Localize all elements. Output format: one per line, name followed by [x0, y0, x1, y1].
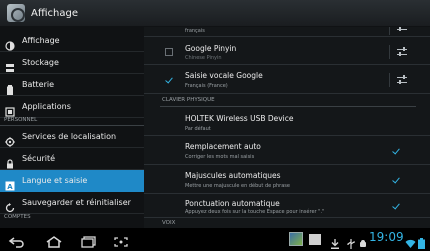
item-subtitle: Appuyez deux fois sur la touche Espace p…: [185, 209, 325, 215]
backup-icon: [5, 198, 15, 212]
checkbox-remplacement-auto[interactable]: [392, 147, 400, 155]
sidebar-item-batterie[interactable]: Batterie: [0, 74, 144, 96]
sidebar-item-label: Stockage: [22, 58, 59, 67]
download-icon[interactable]: [330, 234, 340, 249]
sidebar-item-localisation[interactable]: Services de localisation: [0, 126, 144, 148]
usb-icon[interactable]: [346, 234, 356, 249]
list-item-majuscules-automatiques[interactable]: Majuscules automatiques Mettre une majus…: [144, 166, 430, 194]
applications-icon: [5, 102, 15, 117]
wifi-icon: [405, 234, 416, 248]
sidebar-item-label: Sécurité: [22, 154, 56, 163]
list-item-previous-ime[interactable]: français: [144, 27, 430, 37]
list-item-saisie-vocale[interactable]: Saisie vocale Google Français (France): [144, 66, 430, 94]
list-item-ponctuation-automatique[interactable]: Ponctuation automatique Appuyez deux foi…: [144, 195, 430, 218]
sidebar-item-stockage[interactable]: Stockage: [0, 52, 144, 74]
status-clock: 19:09: [369, 230, 404, 244]
location-icon: [5, 132, 15, 147]
settings-sliders-icon[interactable]: [397, 75, 407, 85]
item-subtitle: français: [185, 28, 205, 34]
screenshot-button[interactable]: [112, 233, 130, 247]
item-subtitle: Chinese Pinyin: [185, 55, 222, 61]
item-subtitle: Mettre une majuscule en début de phrase: [185, 183, 290, 189]
settings-sliders-icon[interactable]: [397, 47, 407, 57]
battery-status-icon: [418, 234, 425, 249]
item-subtitle: Par défaut: [185, 126, 211, 132]
battery-icon: [5, 80, 15, 95]
list-item-google-pinyin[interactable]: Google Pinyin Chinese Pinyin: [144, 39, 430, 65]
item-title: HOLTEK Wireless USB Device: [185, 114, 294, 123]
sidebar-item-label: Sauvegarder et réinitialiser: [22, 198, 131, 207]
sidebar-item-label: Batterie: [22, 80, 55, 89]
lock-icon: [5, 154, 15, 168]
section-header-personnel: PERSONNEL: [0, 114, 144, 126]
list-item-remplacement-auto[interactable]: Remplacement auto Corriger les mots mal …: [144, 137, 430, 165]
recent-apps-button[interactable]: [80, 233, 98, 248]
divider: [389, 27, 390, 35]
section-header-comptes: COMPTES: [4, 214, 31, 220]
item-title: Majuscules automatiques: [185, 171, 281, 180]
item-subtitle: Corriger les mots mal saisis: [185, 154, 255, 160]
app-title: Affichage: [31, 7, 78, 19]
checkbox-majuscules-automatiques[interactable]: [392, 176, 400, 184]
android-debug-icon[interactable]: [358, 234, 368, 247]
checkbox-ponctuation-automatique[interactable]: [392, 202, 400, 210]
svg-text:A: A: [7, 183, 13, 191]
sidebar-item-securite[interactable]: Sécurité: [0, 148, 144, 170]
settings-sliders-icon[interactable]: [397, 27, 407, 32]
back-button[interactable]: [8, 233, 26, 248]
action-bar: Affichage: [0, 0, 430, 27]
sidebar-item-langue-et-saisie[interactable]: A Langue et saisie: [0, 170, 144, 192]
list-item-holtek-keyboard[interactable]: HOLTEK Wireless USB Device Par défaut: [144, 108, 430, 136]
divider: [389, 73, 390, 87]
section-divider: [160, 106, 416, 107]
item-title: Remplacement auto: [185, 142, 261, 151]
item-subtitle: Français (France): [185, 83, 228, 89]
sidebar-item-affichage[interactable]: Affichage: [0, 30, 144, 52]
photo-notification-icon[interactable]: [309, 234, 321, 245]
home-button[interactable]: [45, 233, 63, 248]
item-title: Google Pinyin: [185, 44, 237, 53]
gallery-notification-icon[interactable]: [289, 232, 303, 246]
checkbox-saisie-vocale[interactable]: [165, 76, 173, 84]
sidebar-item-label: Langue et saisie: [22, 176, 88, 185]
settings-categories: Affichage Stockage Batterie Applications…: [0, 27, 144, 228]
settings-app-icon[interactable]: [7, 4, 25, 22]
sidebar-item-label: Applications: [22, 102, 71, 111]
section-header-voix: VOIX: [162, 220, 176, 226]
item-title: Saisie vocale Google: [185, 71, 263, 80]
item-title: Ponctuation automatique: [185, 199, 280, 208]
language-input-settings: français Google Pinyin Chinese Pinyin Sa…: [144, 27, 430, 228]
sidebar-item-label: Affichage: [22, 36, 60, 45]
section-header-clavier-physique: CLAVIER PHYSIQUE: [162, 97, 215, 103]
language-icon: A: [5, 176, 15, 191]
sidebar-item-label: Services de localisation: [22, 132, 117, 141]
brightness-icon: [5, 36, 15, 51]
checkbox-google-pinyin[interactable]: [165, 48, 173, 56]
storage-icon: [5, 58, 15, 72]
divider: [389, 45, 390, 59]
